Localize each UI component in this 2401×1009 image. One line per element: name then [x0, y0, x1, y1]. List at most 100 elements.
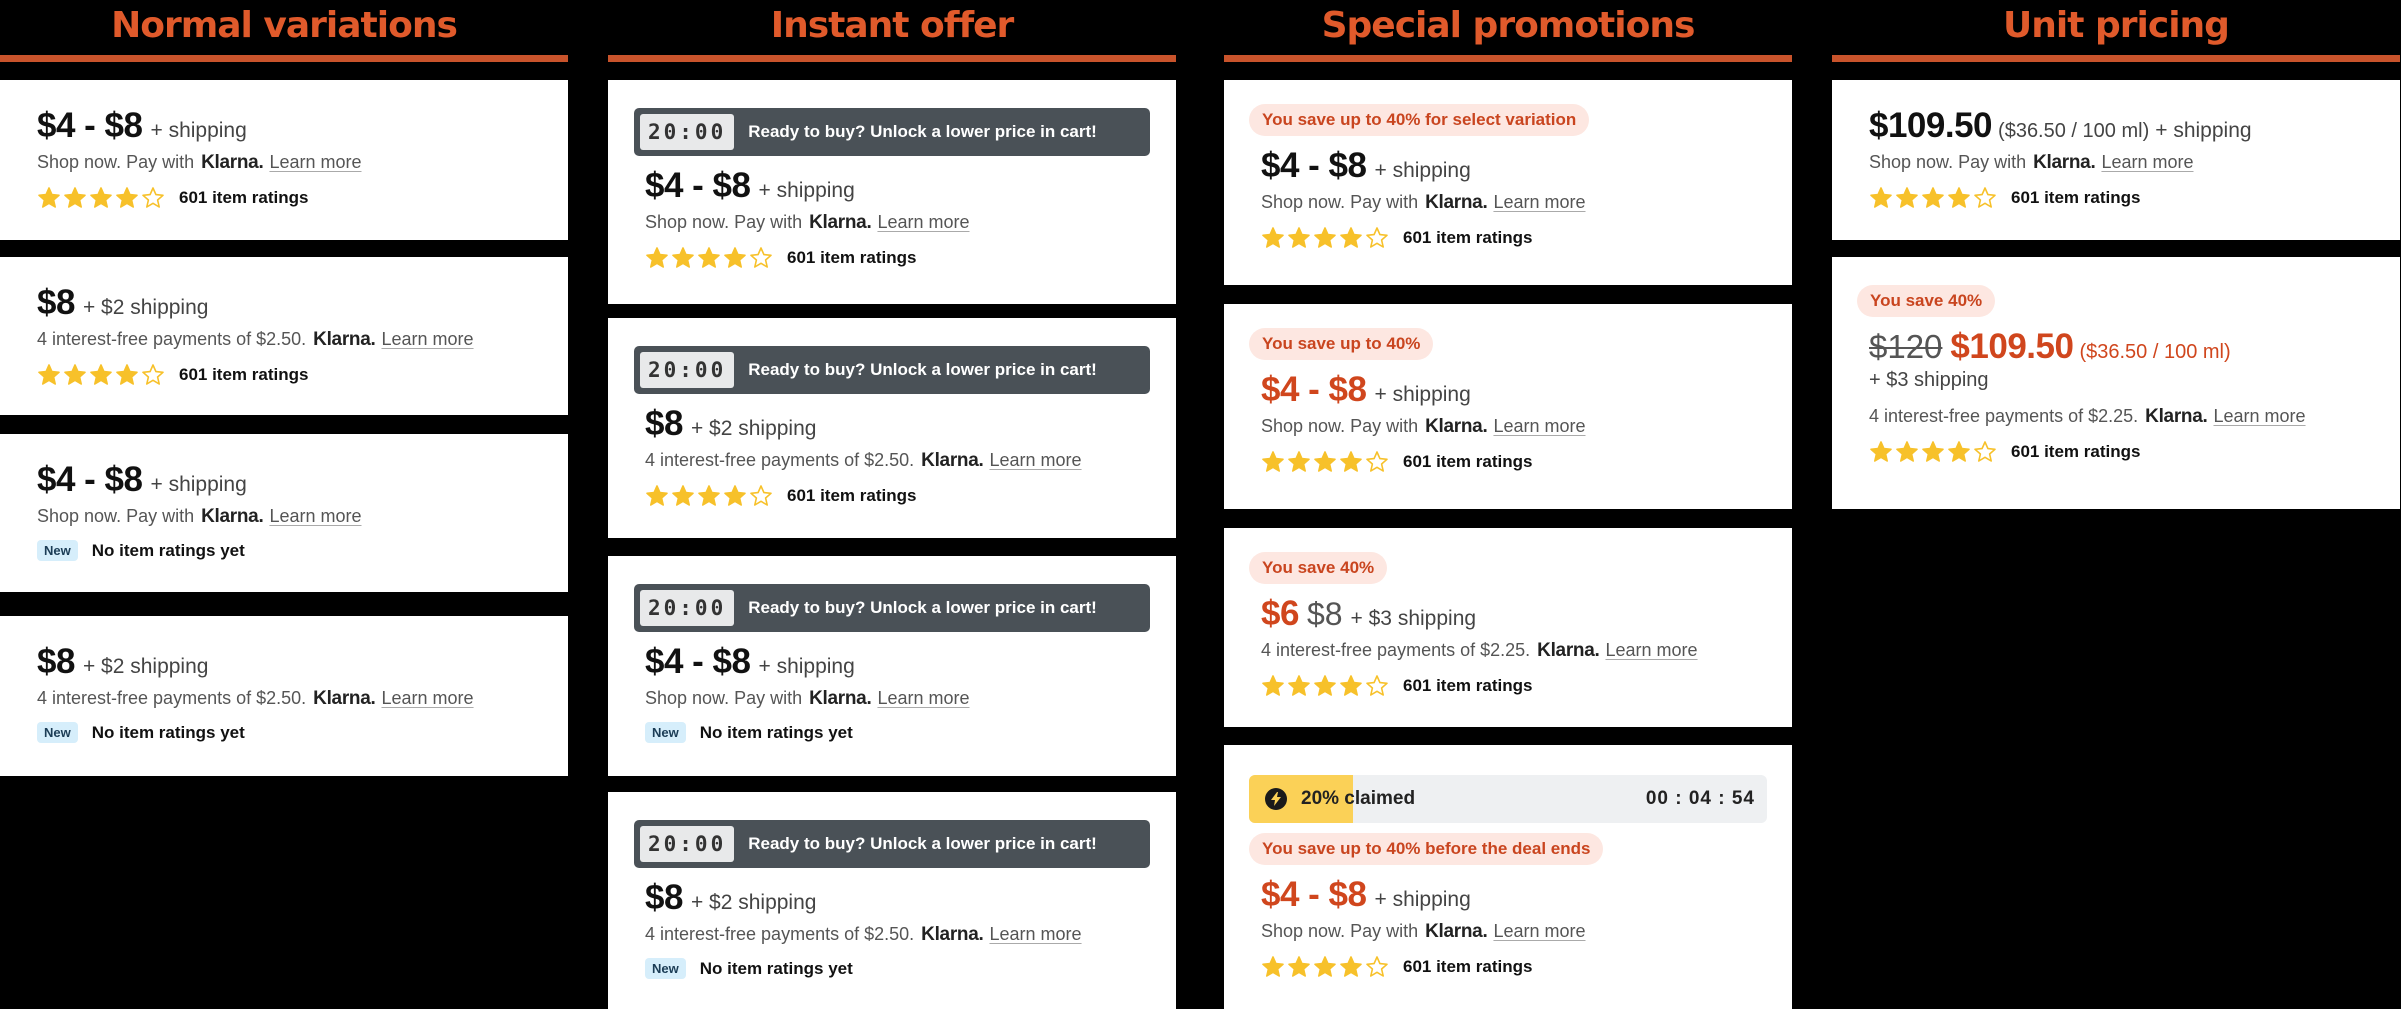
- shipping-label: + $2 shipping: [690, 417, 817, 440]
- shipping-label: + $3 shipping: [1350, 607, 1477, 630]
- rating-row: 601 item ratings: [1869, 440, 2363, 464]
- learn-more-link[interactable]: Learn more: [1493, 416, 1585, 437]
- learn-more-link[interactable]: Learn more: [269, 506, 361, 527]
- learn-more-link[interactable]: Learn more: [381, 688, 473, 709]
- star-filled-icon: [1314, 675, 1336, 696]
- rating-row: New No item ratings yet: [37, 722, 531, 743]
- listing-card[interactable]: 20:00 Ready to buy? Unlock a lower price…: [608, 80, 1176, 304]
- learn-more-link[interactable]: Learn more: [877, 212, 969, 233]
- listing-card[interactable]: You save up to 40% for select variation …: [1224, 80, 1792, 285]
- star-empty-icon: [1366, 675, 1388, 696]
- instant-offer-banner[interactable]: 20:00 Ready to buy? Unlock a lower price…: [634, 108, 1150, 156]
- original-price: $120: [1869, 328, 1943, 365]
- star-filled-icon: [38, 187, 60, 208]
- star-empty-icon: [1366, 227, 1388, 248]
- instant-offer-banner[interactable]: 20:00 Ready to buy? Unlock a lower price…: [634, 346, 1150, 394]
- learn-more-link[interactable]: Learn more: [269, 152, 361, 173]
- shipping-label: + shipping: [2155, 119, 2252, 142]
- listing-card[interactable]: $8 + $2 shipping 4 interest-free payment…: [0, 616, 568, 776]
- listing-card[interactable]: 20:00 Ready to buy? Unlock a lower price…: [608, 556, 1176, 776]
- klarna-logo: Klarna.: [1425, 192, 1488, 213]
- learn-more-link[interactable]: Learn more: [381, 329, 473, 350]
- price-row: $8 + $2 shipping: [645, 878, 1139, 918]
- star-filled-icon: [38, 364, 60, 385]
- learn-more-link[interactable]: Learn more: [2213, 406, 2305, 427]
- star-empty-icon: [142, 187, 164, 208]
- star-filled-icon: [672, 247, 694, 268]
- payment-line: Shop now. Pay with Klarna. Learn more: [645, 212, 1139, 234]
- shipping-label: + shipping: [150, 119, 247, 142]
- lightning-icon: [1265, 788, 1287, 810]
- savings-badge: You save up to 40%: [1249, 328, 1434, 360]
- listing-card[interactable]: $4 - $8 + shipping Shop now. Pay with Kl…: [0, 434, 568, 592]
- star-filled-icon: [1288, 227, 1310, 248]
- star-filled-icon: [64, 187, 86, 208]
- listing-card[interactable]: You save 40% $6 $8 + $3 shipping 4 inter…: [1224, 528, 1792, 727]
- klarna-logo: Klarna.: [921, 450, 984, 471]
- rating-row: 601 item ratings: [1261, 955, 1755, 979]
- column-instant-offer: Instant offer 20:00 Ready to buy? Unlock…: [608, 0, 1176, 1009]
- klarna-logo: Klarna.: [1425, 416, 1488, 437]
- learn-more-link[interactable]: Learn more: [877, 688, 969, 709]
- column-divider: [608, 55, 1176, 62]
- offer-timer: 20:00: [640, 826, 735, 862]
- instant-offer-banner[interactable]: 20:00 Ready to buy? Unlock a lower price…: [634, 820, 1150, 868]
- column-title: Normal variations: [111, 5, 458, 46]
- listing-card[interactable]: 20:00 Ready to buy? Unlock a lower price…: [608, 318, 1176, 538]
- sale-price: $4 - $8: [1261, 875, 1367, 914]
- klarna-logo: Klarna.: [313, 688, 376, 709]
- learn-more-link[interactable]: Learn more: [2101, 152, 2193, 173]
- listing-card[interactable]: 20% claimed 00 : 04 : 54 You save up to …: [1224, 745, 1792, 1009]
- payment-line: 4 interest-free payments of $2.50. Klarn…: [645, 924, 1139, 946]
- star-empty-icon: [142, 364, 164, 385]
- payment-line: 4 interest-free payments of $2.25. Klarn…: [1869, 406, 2363, 428]
- savings-badge: You save 40%: [1857, 285, 1996, 317]
- price: $8: [645, 404, 683, 443]
- shipping-label: + $3 shipping: [1869, 369, 1989, 391]
- klarna-logo: Klarna.: [313, 329, 376, 350]
- offer-timer: 20:00: [640, 352, 735, 388]
- deal-countdown: 00 : 04 : 54: [1645, 788, 1755, 809]
- star-filled-icon: [698, 485, 720, 506]
- learn-more-link[interactable]: Learn more: [1493, 921, 1585, 942]
- listing-card[interactable]: $8 + $2 shipping 4 interest-free payment…: [0, 257, 568, 415]
- listing-card[interactable]: $4 - $8 + shipping Shop now. Pay with Kl…: [0, 80, 568, 240]
- rating-row: 601 item ratings: [1261, 226, 1755, 250]
- klarna-logo: Klarna.: [2145, 406, 2208, 427]
- learn-more-link[interactable]: Learn more: [1493, 192, 1585, 213]
- instant-offer-banner[interactable]: 20:00 Ready to buy? Unlock a lower price…: [634, 584, 1150, 632]
- price-row: $109.50 ($36.50 / 100 ml) + shipping: [1869, 106, 2363, 146]
- listing-card[interactable]: You save up to 40% $4 - $8 + shipping Sh…: [1224, 304, 1792, 509]
- offer-timer: 20:00: [640, 590, 735, 626]
- star-rating: [37, 186, 167, 210]
- new-badge: New: [37, 540, 78, 561]
- klarna-logo: Klarna.: [809, 212, 872, 233]
- star-filled-icon: [646, 247, 668, 268]
- klarna-logo: Klarna.: [1537, 640, 1600, 661]
- learn-more-link[interactable]: Learn more: [989, 450, 1081, 471]
- star-filled-icon: [698, 247, 720, 268]
- column-divider: [1224, 55, 1792, 62]
- price-row: $8 + $2 shipping: [37, 283, 531, 323]
- rating-row: 601 item ratings: [645, 246, 1139, 270]
- payment-text: 4 interest-free payments of $2.50.: [37, 688, 307, 708]
- klarna-logo: Klarna.: [201, 506, 264, 527]
- listing-card[interactable]: 20:00 Ready to buy? Unlock a lower price…: [608, 792, 1176, 1009]
- price: $4 - $8: [37, 106, 143, 145]
- star-filled-icon: [1922, 187, 1944, 208]
- offer-message: Ready to buy? Unlock a lower price in ca…: [748, 360, 1097, 379]
- column-normal-variations: Normal variations $4 - $8 + shipping Sho…: [0, 0, 568, 776]
- listing-card[interactable]: $109.50 ($36.50 / 100 ml) + shipping Sho…: [1832, 80, 2400, 240]
- ratings-count: 601 item ratings: [2011, 442, 2141, 461]
- price: $4 - $8: [645, 166, 751, 205]
- listing-card[interactable]: You save 40% $120 $109.50 ($36.50 / 100 …: [1832, 257, 2400, 509]
- klarna-logo: Klarna.: [2033, 152, 2096, 173]
- payment-line: 4 interest-free payments of $2.50. Klarn…: [37, 329, 531, 351]
- star-rating: [1261, 955, 1391, 979]
- klarna-logo: Klarna.: [809, 688, 872, 709]
- rating-row: New No item ratings yet: [645, 722, 1139, 743]
- no-ratings-text: No item ratings yet: [91, 540, 245, 560]
- rating-row: New No item ratings yet: [645, 958, 1139, 979]
- learn-more-link[interactable]: Learn more: [989, 924, 1081, 945]
- learn-more-link[interactable]: Learn more: [1605, 640, 1697, 661]
